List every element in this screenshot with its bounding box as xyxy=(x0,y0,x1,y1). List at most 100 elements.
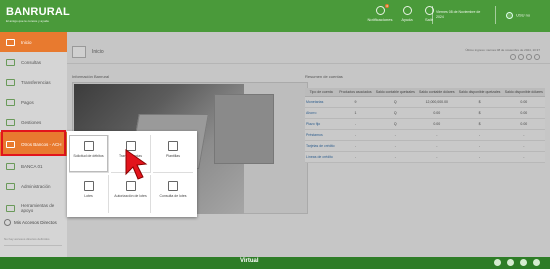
table-row: Ahorro 1 Q 0.00 $ 0.00 xyxy=(305,107,545,119)
table-row: Tarjetas de crédito - - - - - xyxy=(305,140,545,152)
account-type-link[interactable]: Plazo fijo xyxy=(305,118,338,130)
footer-bar: Virtual xyxy=(0,257,550,269)
table-cell: - xyxy=(502,129,545,141)
home-button[interactable] xyxy=(72,46,86,58)
header-divider xyxy=(495,6,496,24)
notifications-badge: 0 xyxy=(385,4,389,8)
table-cell: 0.00 xyxy=(416,118,457,130)
col-header: Saldo contable dólares xyxy=(416,88,457,97)
menu-item-label: Lotes xyxy=(84,194,93,198)
highlight-box xyxy=(1,130,66,156)
template-icon xyxy=(168,141,178,151)
brand-tagline: El amigo que te conoce y ayuda xyxy=(6,19,49,23)
twitter-icon[interactable] xyxy=(520,259,527,266)
monitor-image xyxy=(214,94,274,164)
user-name: USU no xyxy=(516,12,531,18)
brand-name: BANRURAL xyxy=(6,6,70,18)
table-cell: - xyxy=(502,140,545,152)
sidebar-item-gestiones[interactable]: Gestiones xyxy=(0,112,67,132)
menu-item-plantillas[interactable]: Plantillas xyxy=(153,135,193,173)
col-header: Saldo disponible quetzales xyxy=(456,88,503,97)
table-cell: - xyxy=(337,140,374,152)
accounts-summary: Tipo de cuenta Productos asociados Saldo… xyxy=(305,82,545,214)
sidebar-item-label: Consultas xyxy=(21,59,42,65)
table-cell: Q xyxy=(373,96,417,108)
sidebar-item-administracion[interactable]: Administración xyxy=(0,176,67,196)
sidebar-item-herramientas[interactable]: Herramientas de apoyo xyxy=(0,196,67,220)
sidebar-item-inicio[interactable]: Inicio xyxy=(0,32,67,52)
menu-item-solicitud-debitos[interactable]: Solicitud de débitos xyxy=(69,135,109,173)
footer-brand: Virtual xyxy=(240,258,259,264)
whatsapp-icon[interactable] xyxy=(533,259,540,266)
table-cell: - xyxy=(456,129,503,141)
menu-item-label: Consulta de lotes xyxy=(159,194,187,198)
table-cell: - xyxy=(456,151,503,163)
sidebar-item-banca01[interactable]: BANCA 01 xyxy=(0,156,67,176)
accounts-title: Resumen de cuentas xyxy=(305,74,343,79)
sidebar-item-consultas[interactable]: Consultas xyxy=(0,52,67,72)
search-icon xyxy=(6,58,15,66)
sidebar-item-label: Administración xyxy=(21,183,51,189)
sidebar-item-label: Herramientas de apoyo xyxy=(21,203,55,213)
sidebar-item-pagos[interactable]: Pagos xyxy=(0,92,67,112)
bell-icon xyxy=(375,6,385,15)
youtube-icon[interactable] xyxy=(507,259,514,266)
tools-icon xyxy=(6,204,15,212)
print-icon[interactable] xyxy=(534,54,540,60)
account-type-link[interactable]: Monetarias xyxy=(305,96,338,108)
table-cell: - xyxy=(337,129,374,141)
header-divider xyxy=(432,6,433,24)
avatar xyxy=(506,12,513,19)
table-cell: - xyxy=(373,151,417,163)
col-header: Saldo contable quetzales xyxy=(373,88,417,97)
direct-access-toggle[interactable]: Mis Accesos Directos xyxy=(4,219,57,226)
document-icon xyxy=(83,141,94,151)
banrural-logo[interactable]: BANRURAL El amigo que te conoce y ayuda xyxy=(6,6,70,23)
table-row: Líneas de crédito - - - - - xyxy=(305,151,545,163)
table-cell: 0.00 xyxy=(416,107,457,119)
user-menu[interactable]: USU no xyxy=(506,12,530,19)
menu-item-consulta-lotes[interactable]: Consulta de lotes xyxy=(153,175,193,213)
sidebar-item-label: Pagos xyxy=(21,99,34,105)
banca01-icon xyxy=(6,162,15,170)
zoom-icon[interactable] xyxy=(526,54,532,60)
notifications-label: Notificaciones xyxy=(367,17,393,22)
query-icon xyxy=(168,181,178,191)
menu-item-label: Plantillas xyxy=(165,154,180,158)
table-cell: $ xyxy=(456,96,503,108)
table-cell: - xyxy=(502,151,545,163)
account-type-link[interactable]: Tarjetas de crédito xyxy=(305,140,338,152)
payment-icon xyxy=(6,98,15,106)
info-title: Información Banrural xyxy=(72,74,110,79)
menu-item-label: Solicitud de débitos xyxy=(73,154,104,158)
col-header: Productos asociados xyxy=(337,88,374,97)
sidebar-item-transferencias[interactable]: Transferencias xyxy=(0,72,67,92)
table-cell: Q xyxy=(373,118,417,130)
col-header: Tipo de cuenta xyxy=(305,88,338,97)
prev-icon[interactable] xyxy=(510,54,516,60)
table-cell: 1 xyxy=(337,107,374,119)
header-datetime: Viernes 08 de Noviembre de 2024 xyxy=(436,10,481,19)
account-type-link[interactable]: Ahorro xyxy=(305,107,338,119)
transfer-icon xyxy=(6,78,15,86)
notifications-button[interactable]: 0 Notificaciones xyxy=(365,4,395,22)
table-cell: - xyxy=(416,129,457,141)
sidebar-item-label: Transferencias xyxy=(21,79,51,85)
batch-icon xyxy=(83,181,94,191)
account-type-link[interactable]: Líneas de crédito xyxy=(305,151,338,163)
account-type-link[interactable]: Préstamos xyxy=(305,129,338,141)
table-cell: - xyxy=(373,129,417,141)
table-cell: 0.00 xyxy=(502,107,545,119)
next-icon[interactable] xyxy=(518,54,524,60)
social-links xyxy=(494,259,540,266)
facebook-icon[interactable] xyxy=(494,259,501,266)
table-cell: - xyxy=(373,140,417,152)
menu-item-lotes[interactable]: Lotes xyxy=(69,175,109,213)
table-cell: - xyxy=(456,140,503,152)
admin-icon xyxy=(6,182,15,190)
accounts-table: Tipo de cuenta Productos asociados Saldo… xyxy=(305,88,545,163)
breadcrumb: Inicio Último ingreso: viernes 08 de nov… xyxy=(67,42,550,64)
table-cell: - xyxy=(337,118,374,130)
breadcrumb-current: Inicio xyxy=(92,49,104,55)
table-cell: - xyxy=(337,151,374,163)
